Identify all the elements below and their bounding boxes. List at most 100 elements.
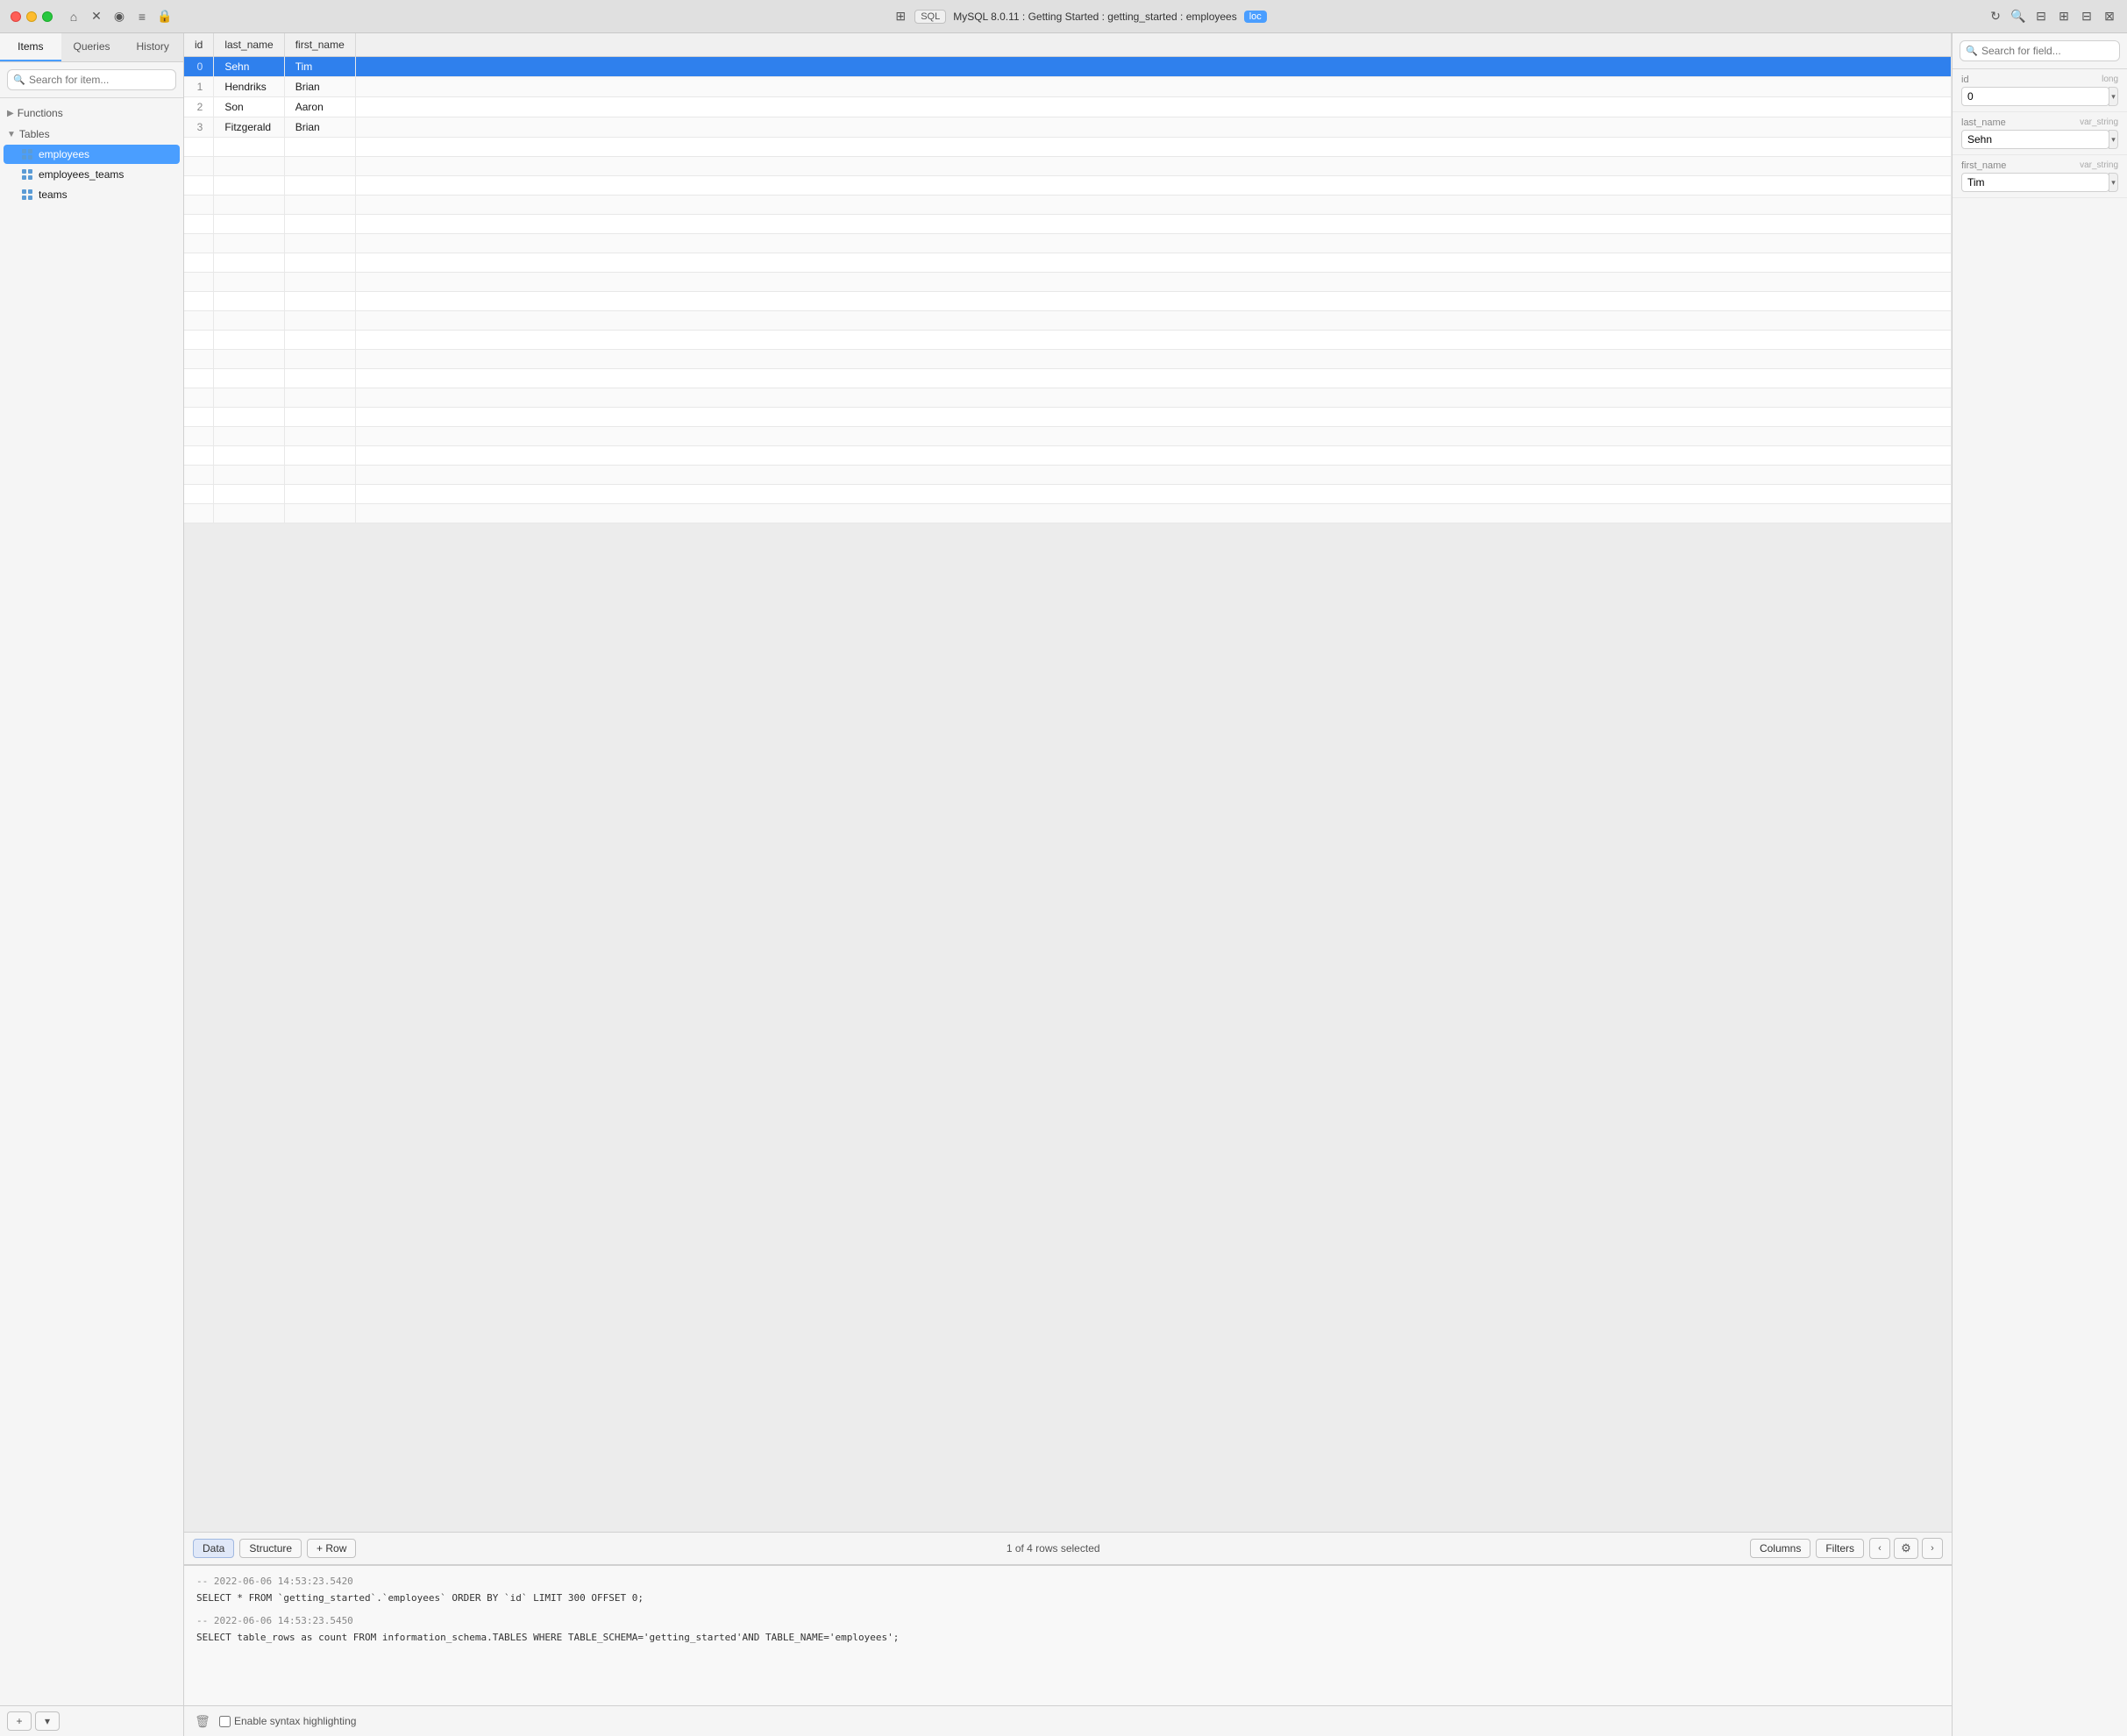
search-icon[interactable]: 🔍 <box>2011 10 2025 24</box>
layout4-icon[interactable]: ⊠ <box>2102 10 2116 24</box>
col-header-first-name[interactable]: first_name <box>284 33 355 57</box>
add-item-button[interactable]: + <box>7 1711 32 1731</box>
empty-cell <box>214 427 284 446</box>
empty-cell <box>184 234 214 253</box>
empty-row <box>184 196 1952 215</box>
field-dropdown-id[interactable]: ▾ <box>2109 87 2118 106</box>
table-row[interactable]: 1 Hendriks Brian <box>184 77 1952 97</box>
cell-id: 3 <box>184 117 214 138</box>
minimize-button[interactable] <box>26 11 37 22</box>
empty-cell <box>184 176 214 196</box>
db-icon[interactable]: ⊞ <box>893 10 907 24</box>
sidebar-item-employees-teams[interactable]: employees_teams <box>4 165 180 184</box>
empty-cell <box>355 311 1951 331</box>
refresh-icon[interactable]: ↻ <box>1988 10 2003 24</box>
list-icon[interactable]: ≡ <box>135 10 149 24</box>
traffic-lights <box>11 11 53 22</box>
empty-cell <box>214 234 284 253</box>
preview-icon[interactable]: ◉ <box>112 10 126 24</box>
add-row-button[interactable]: + Row <box>307 1539 356 1558</box>
empty-cell <box>214 196 284 215</box>
col-header-id[interactable]: id <box>184 33 214 57</box>
field-dropdown-first_name[interactable]: ▾ <box>2109 173 2118 192</box>
next-button[interactable]: › <box>1922 1538 1943 1559</box>
empty-cell <box>284 157 355 176</box>
table-icon-teams <box>21 189 33 201</box>
table-row[interactable]: 0 Sehn Tim <box>184 57 1952 77</box>
empty-row <box>184 234 1952 253</box>
prev-button[interactable]: ‹ <box>1869 1538 1890 1559</box>
functions-section-header[interactable]: ▶ Functions <box>0 103 183 123</box>
structure-button[interactable]: Structure <box>239 1539 302 1558</box>
table-icon-employees <box>21 148 33 160</box>
empty-cell <box>214 157 284 176</box>
empty-cell <box>355 292 1951 311</box>
empty-row <box>184 176 1952 196</box>
empty-cell <box>214 311 284 331</box>
tab-items[interactable]: Items <box>0 33 61 61</box>
empty-row <box>184 253 1952 273</box>
gear-button[interactable]: ⚙ <box>1894 1538 1918 1559</box>
table-row[interactable]: 2 Son Aaron <box>184 97 1952 117</box>
field-value-input-last_name[interactable] <box>1961 130 2109 149</box>
empty-cell <box>214 466 284 485</box>
field-value-input-first_name[interactable] <box>1961 173 2109 192</box>
field-dropdown-last_name[interactable]: ▾ <box>2109 130 2118 149</box>
filters-button[interactable]: Filters <box>1816 1539 1864 1558</box>
sidebar-item-teams[interactable]: teams <box>4 185 180 204</box>
data-button[interactable]: Data <box>193 1539 234 1558</box>
empty-cell <box>184 408 214 427</box>
empty-cell <box>214 485 284 504</box>
tables-section-header[interactable]: ▼ Tables <box>0 125 183 144</box>
tables-section: ▼ Tables employees <box>0 125 183 204</box>
empty-row <box>184 311 1952 331</box>
sidebar-item-employees-teams-label: employees_teams <box>39 168 124 181</box>
field-value-input-id[interactable] <box>1961 87 2109 106</box>
col-header-last-name[interactable]: last_name <box>214 33 284 57</box>
field-type-last_name: var_string <box>2080 117 2118 127</box>
sidebar-dropdown-button[interactable]: ▾ <box>35 1711 60 1731</box>
empty-cell <box>284 196 355 215</box>
right-panel-search-input[interactable] <box>1960 40 2120 61</box>
trash-icon[interactable]: 🗑 <box>193 1711 212 1731</box>
empty-cell <box>284 350 355 369</box>
lock-icon[interactable]: 🔒 <box>158 10 172 24</box>
tab-history[interactable]: History <box>122 33 183 61</box>
close-button[interactable] <box>11 11 21 22</box>
loc-badge[interactable]: loc <box>1244 11 1267 23</box>
cell-last-name: Sehn <box>214 57 284 77</box>
syntax-highlighting-checkbox[interactable] <box>219 1716 231 1727</box>
empty-cell <box>214 292 284 311</box>
empty-cell <box>214 176 284 196</box>
empty-cell <box>184 196 214 215</box>
empty-cell <box>184 215 214 234</box>
empty-cell <box>284 446 355 466</box>
field-value-row-id: ▾ <box>1961 87 2118 106</box>
right-panel: 🔍 id long ▾ last_name var_string ▾ first… <box>1952 33 2127 1736</box>
empty-cell <box>184 446 214 466</box>
bottom-toolbar: Data Structure + Row 1 of 4 rows selecte… <box>184 1533 1952 1565</box>
tab-queries[interactable]: Queries <box>61 33 123 61</box>
columns-button[interactable]: Columns <box>1750 1539 1810 1558</box>
layout2-icon[interactable]: ⊞ <box>2057 10 2071 24</box>
row-status: 1 of 4 rows selected <box>361 1542 1745 1555</box>
home-icon[interactable]: ⌂ <box>67 10 81 24</box>
maximize-button[interactable] <box>42 11 53 22</box>
cell-id: 1 <box>184 77 214 97</box>
table-icon-employees-teams <box>21 168 33 181</box>
cell-last-name: Hendriks <box>214 77 284 97</box>
empty-cell <box>214 408 284 427</box>
layout1-icon[interactable]: ⊟ <box>2034 10 2048 24</box>
sidebar-search-input[interactable] <box>7 69 176 90</box>
layout3-icon[interactable]: ⊟ <box>2080 10 2094 24</box>
toolbar-nav: ‹ ⚙ › <box>1869 1538 1943 1559</box>
empty-row <box>184 273 1952 292</box>
sidebar-item-employees[interactable]: employees <box>4 145 180 164</box>
table-row[interactable]: 3 Fitzgerald Brian <box>184 117 1952 138</box>
sql-statement: SELECT * FROM `getting_started`.`employe… <box>196 1591 1939 1606</box>
empty-cell <box>184 350 214 369</box>
empty-cell <box>184 331 214 350</box>
empty-cell <box>184 388 214 408</box>
close-tab-icon[interactable]: ✕ <box>89 10 103 24</box>
empty-cell <box>355 215 1951 234</box>
